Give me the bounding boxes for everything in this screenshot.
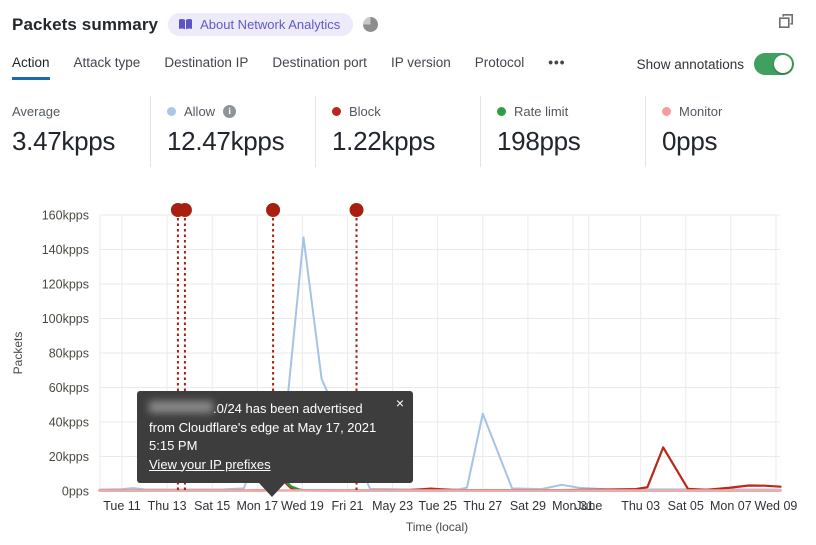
x-tick-label: Tue 11: [103, 499, 141, 513]
tooltip-close-icon[interactable]: ×: [396, 395, 404, 411]
x-axis-title: Time (local): [406, 520, 468, 534]
x-tick-label: Wed 09: [755, 499, 798, 513]
annotation-dot[interactable]: [177, 203, 192, 217]
y-tick-label: 0pps: [62, 485, 89, 499]
annotation-dot[interactable]: [349, 203, 364, 217]
y-tick-label: 120kpps: [42, 278, 89, 292]
x-tick-label: Thu 13: [148, 499, 187, 513]
redacted-ip-prefix: [149, 401, 213, 413]
view-ip-prefixes-link[interactable]: View your IP prefixes: [149, 457, 271, 472]
tooltip-message: .0/24 has been advertised from Cloudflar…: [149, 401, 377, 453]
annotation-dot[interactable]: [266, 203, 281, 217]
x-tick-label: Thu 27: [463, 499, 502, 513]
y-tick-label: 40kpps: [49, 416, 89, 430]
x-tick-label: Sat 05: [668, 499, 704, 513]
x-tick-label: Mon 07: [710, 499, 752, 513]
y-tick-label: 20kpps: [49, 450, 89, 464]
x-tick-label: June: [575, 499, 602, 513]
annotation-tooltip: × .0/24 has been advertised from Cloudfl…: [137, 391, 413, 497]
x-tick-label: May 23: [372, 499, 413, 513]
x-tick-label: Mon 17: [236, 499, 278, 513]
y-axis-title: Packets: [11, 332, 25, 375]
tooltip-arrow: [259, 483, 285, 497]
x-tick-label: Sat 29: [510, 499, 546, 513]
x-tick-label: Wed 19: [281, 499, 324, 513]
x-tick-label: Tue 25: [418, 499, 457, 513]
y-tick-label: 100kpps: [42, 312, 89, 326]
y-tick-label: 140kpps: [42, 243, 89, 257]
y-tick-label: 80kpps: [49, 347, 89, 361]
y-tick-label: 160kpps: [42, 209, 89, 223]
x-tick-label: Fri 21: [332, 499, 364, 513]
x-tick-label: Sat 15: [194, 499, 230, 513]
y-tick-label: 60kpps: [49, 381, 89, 395]
x-tick-label: Thu 03: [621, 499, 660, 513]
